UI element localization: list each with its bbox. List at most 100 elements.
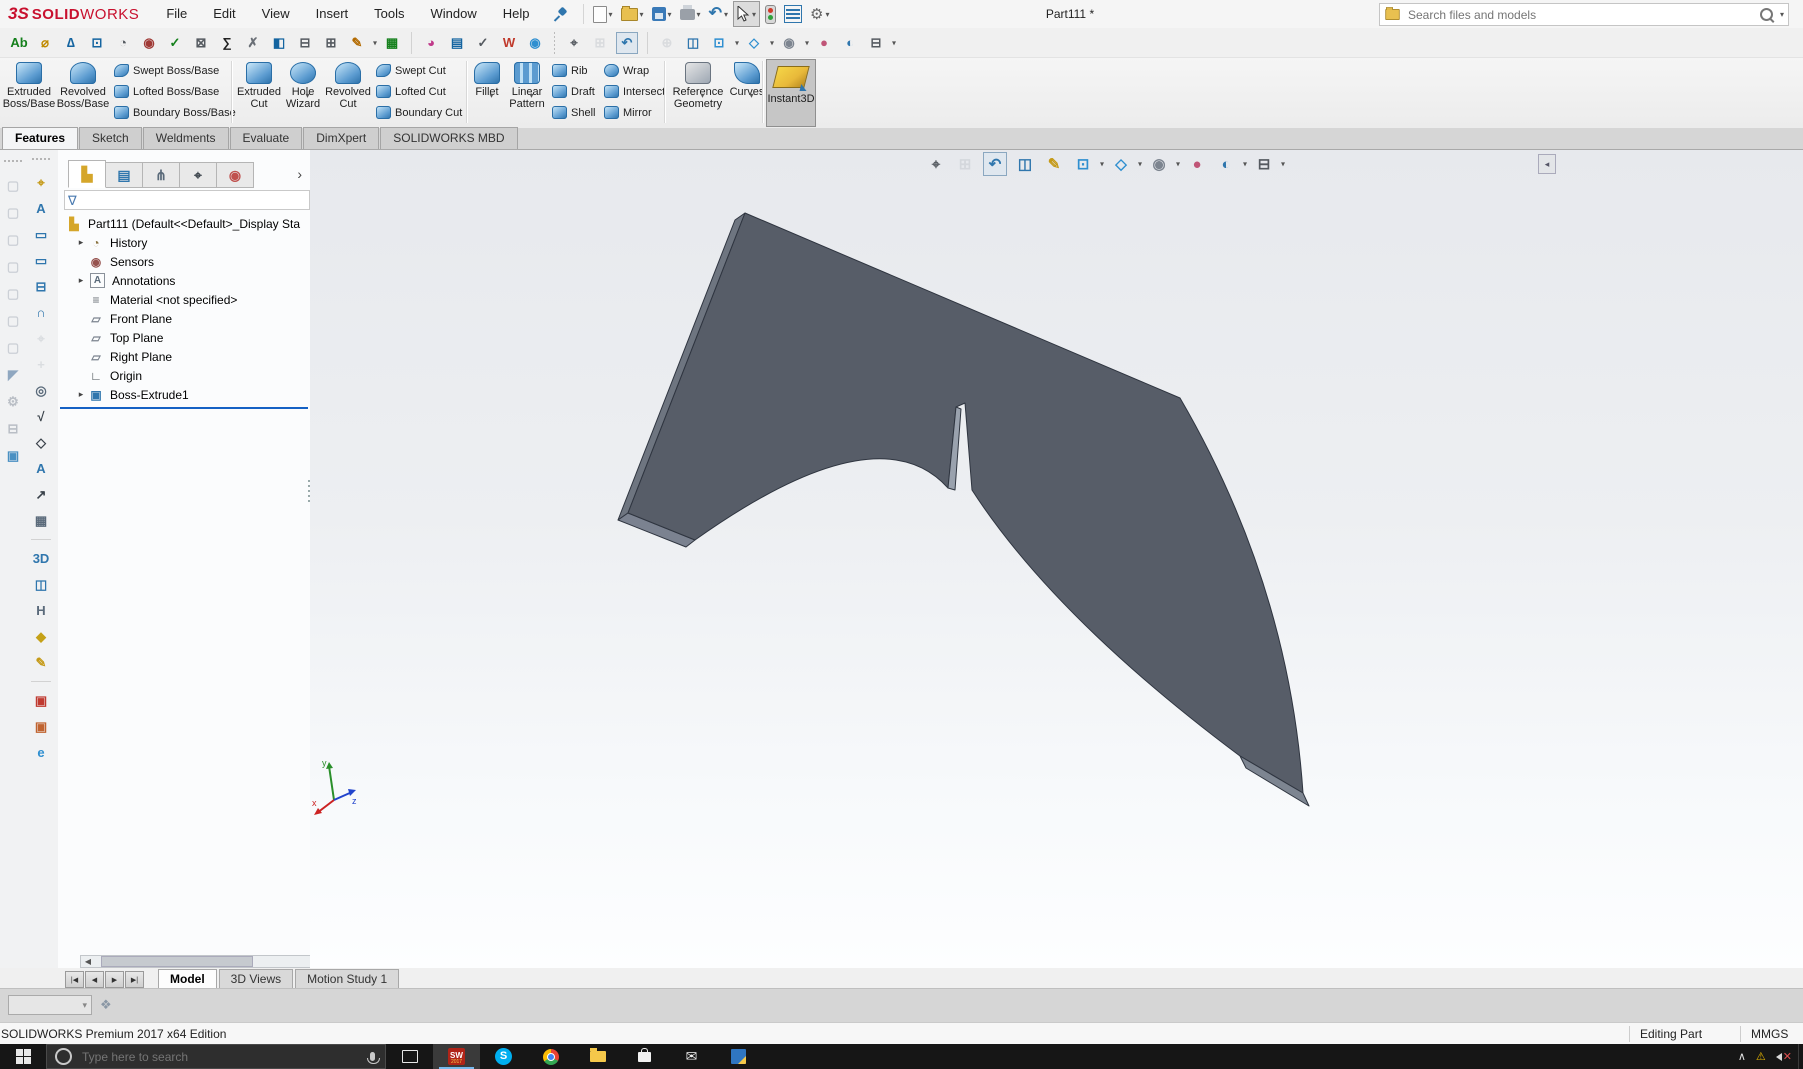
publish-pdf-icon[interactable]: ▣ [31, 691, 51, 710]
geometric-tolerance-icon[interactable]: ◇ [31, 433, 51, 452]
previous-sheet-icon[interactable]: ◀ [85, 971, 104, 988]
part-pin-note-icon[interactable]: ◆ [31, 627, 51, 646]
swept-cut-button[interactable]: Swept Cut [376, 60, 462, 81]
tree-filter-box[interactable]: ∇ [64, 190, 310, 210]
extruded-boss-base-button[interactable]: Extruded Boss/Base [3, 60, 55, 122]
check-entity-icon[interactable]: ✓ [165, 33, 185, 53]
rib-button[interactable]: Rib [552, 60, 595, 81]
menu-window[interactable]: Window [418, 0, 490, 28]
open-button[interactable]: ▾ [618, 2, 647, 26]
tab-dimxpert[interactable]: DimXpert [303, 127, 380, 149]
boundary-cut-button[interactable]: Boundary Cut [376, 102, 462, 123]
view-orientation-icon[interactable]: ⊡ [1072, 153, 1103, 175]
apply-scene-icon[interactable]: ◐ [840, 33, 860, 53]
wrench-tool-icon[interactable]: ⚙ [3, 392, 23, 411]
mail-button[interactable] [668, 1044, 715, 1069]
ghost-cube-7-icon[interactable]: ▢ [3, 338, 23, 357]
search-files-input[interactable] [1406, 6, 1755, 23]
menu-edit[interactable]: Edit [200, 0, 248, 28]
ghost-cube-4-icon[interactable]: ▢ [3, 257, 23, 276]
tab-3d-views[interactable]: 3D Views [218, 969, 294, 988]
find-annotation-icon[interactable]: ◎ [31, 381, 51, 400]
flyout-expand-icon[interactable]: › [297, 166, 302, 182]
ghost-cube-1-icon[interactable]: ▢ [3, 176, 23, 195]
show-desktop-button[interactable] [1798, 1044, 1803, 1069]
lofted-boss-base-button[interactable]: Lofted Boss/Base [114, 81, 236, 102]
graphics-viewport[interactable]: ⌖ ⊞ ↶ ◫ ✎ ⊡ ◇ ◉ ● ◐ ⊟ ◂ x y z [310, 150, 1803, 968]
part-top-face[interactable] [627, 212, 1304, 794]
rebuild-button[interactable] [762, 2, 779, 26]
dimxpertmanager-tab[interactable]: ⌖ [180, 162, 217, 188]
size-tolerance-icon[interactable]: ⊟ [31, 277, 51, 296]
layers-tool-icon[interactable]: ▣ [3, 446, 23, 465]
tab-weldments[interactable]: Weldments [142, 127, 229, 149]
section-view-icon[interactable]: ◫ [683, 33, 703, 53]
solidworks-button[interactable]: SW 2017 [433, 1044, 480, 1069]
revolved-cut-button[interactable]: Revolved Cut [324, 60, 372, 122]
sensor-icon[interactable]: ◉ [139, 33, 159, 53]
tab-motion-study-1[interactable]: Motion Study 1 [295, 969, 400, 988]
view-orientation-icon[interactable]: ⊡ [709, 33, 738, 53]
ghost-cube-2-icon[interactable]: ▢ [3, 203, 23, 222]
compare-documents-icon[interactable]: ⊞ [321, 33, 341, 53]
section-properties-icon[interactable]: ⊡ [87, 33, 107, 53]
basic-size-dimension-icon[interactable]: ▭ [31, 225, 51, 244]
spell-checker-icon[interactable]: Ab [9, 33, 29, 53]
skype-button[interactable]: S [480, 1044, 527, 1069]
surface-finish-icon[interactable]: √ [31, 407, 51, 426]
tab-solidworks-mbd[interactable]: SOLIDWORKS MBD [380, 127, 518, 149]
break-view-icon[interactable]: H [31, 601, 51, 620]
print-button[interactable]: ▾ [677, 2, 704, 26]
basic-location-dimension-icon[interactable]: ▭ [31, 251, 51, 270]
design-table-icon[interactable]: ▦ [382, 33, 402, 53]
view-settings-icon[interactable]: ⊟ [1253, 153, 1284, 175]
start-button[interactable] [0, 1044, 46, 1069]
zoom-to-fit-icon[interactable]: ⌖ [925, 153, 947, 175]
last-sheet-icon[interactable]: ▶| [125, 971, 144, 988]
auto-dimension-scheme-icon[interactable]: A [31, 199, 51, 218]
search-scope-folder-icon[interactable] [1385, 7, 1400, 21]
configurationmanager-tab[interactable]: ⋔ [143, 162, 180, 188]
tab-model[interactable]: Model [158, 969, 217, 988]
tree-filter-input[interactable] [80, 193, 306, 207]
linear-pattern-button[interactable]: Linear Pattern [506, 60, 557, 122]
scroll-left-icon[interactable]: ◀ [81, 957, 95, 966]
options-button[interactable]: ⚙ ▾ [807, 2, 832, 26]
select-tool-icon[interactable]: ◤ [3, 365, 23, 384]
zoom-to-fit-icon[interactable]: ⌖ [564, 33, 584, 53]
edit-annotation-icon[interactable]: ✎ [31, 653, 51, 672]
dropdown-arrow-icon[interactable]: ▾ [609, 10, 613, 19]
edit-appearance-icon[interactable]: ● [1186, 153, 1208, 175]
menu-help[interactable]: Help [490, 0, 543, 28]
collapsed-dropdown[interactable]: ▾ [8, 995, 92, 1015]
general-table-icon[interactable]: ▦ [31, 511, 51, 530]
edit-appearance-icon[interactable]: ● [814, 33, 834, 53]
multi-jog-leader-icon[interactable]: ↗ [31, 485, 51, 504]
propertymanager-tab[interactable]: ▤ [106, 162, 143, 188]
costing-icon[interactable]: ◕ [421, 33, 441, 53]
ghost-cube-6-icon[interactable]: ▢ [3, 311, 23, 330]
tree-item-history[interactable]: ▸ ◔ History [58, 233, 310, 252]
dropdown-arrow-icon[interactable]: ▾ [640, 10, 644, 19]
hide-show-items-icon[interactable]: ◉ [779, 33, 808, 53]
menu-view[interactable]: View [249, 0, 303, 28]
expander-icon[interactable]: ▸ [74, 389, 88, 400]
dropdown-arrow-icon[interactable]: ▾ [697, 10, 701, 19]
new-document-button[interactable]: ▾ [590, 2, 616, 26]
tree-item-sensors[interactable]: ◉ Sensors [58, 252, 310, 271]
apply-scene-icon[interactable]: ◐ [1215, 153, 1246, 175]
part-3d-model[interactable] [310, 150, 1803, 968]
word-export-icon[interactable]: W [499, 33, 519, 53]
revolved-boss-base-button[interactable]: Revolved Boss/Base [56, 60, 110, 122]
reference-geometry-button[interactable]: Reference Geometry [668, 60, 737, 122]
design-checker-icon[interactable]: ▤ [447, 33, 467, 53]
dropdown-arrow-icon[interactable]: ▾ [1780, 10, 1784, 19]
display-style-icon[interactable]: ◇ [1110, 153, 1141, 175]
hidden-icons-chevron-icon[interactable]: ∧ [1738, 1050, 1746, 1063]
pin-menu-icon[interactable] [553, 7, 567, 21]
undo-button[interactable]: ↶ ▾ [706, 2, 731, 26]
volume-muted-icon[interactable]: ✕ [1776, 1050, 1792, 1063]
section-view-icon[interactable]: ◫ [1014, 153, 1036, 175]
lofted-cut-button[interactable]: Lofted Cut [376, 81, 462, 102]
publish-step-icon[interactable]: ▣ [31, 717, 51, 736]
